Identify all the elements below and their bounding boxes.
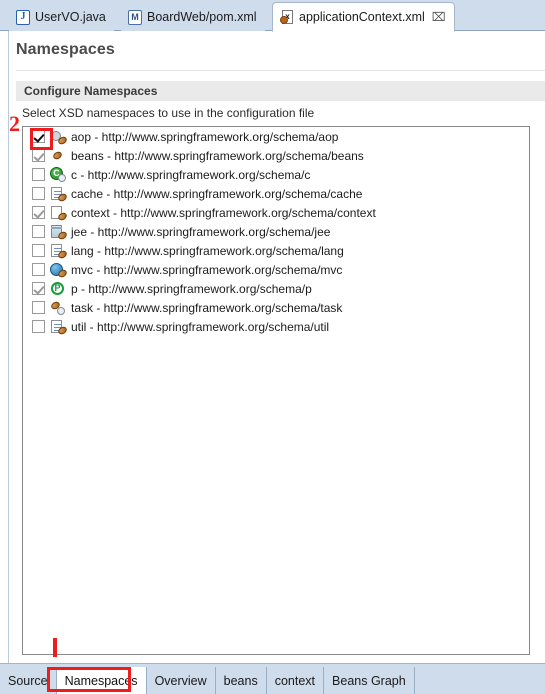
namespace-checkbox-aop[interactable] <box>32 130 45 143</box>
namespace-label: util - http://www.springframework.org/sc… <box>71 319 330 334</box>
namespace-label: context - http://www.springframework.org… <box>71 205 376 220</box>
editor-tab-label: UserVO.java <box>35 9 106 24</box>
namespace-label: p - http://www.springframework.org/schem… <box>71 281 312 296</box>
header-divider <box>16 70 545 71</box>
namespace-checkbox-c[interactable] <box>32 168 45 181</box>
namespace-row[interactable]: Cc - http://www.springframework.org/sche… <box>23 165 529 184</box>
editor-tab-label: applicationContext.xml <box>299 9 425 24</box>
namespace-label: mvc - http://www.springframework.org/sch… <box>71 262 343 277</box>
aop-schema-icon <box>50 129 69 146</box>
namespace-row[interactable]: cache - http://www.springframework.org/s… <box>23 184 529 203</box>
section-header-configure-namespaces: Configure Namespaces <box>16 81 545 101</box>
form-header: Namespaces <box>9 31 545 69</box>
context-schema-icon <box>50 205 69 222</box>
page-tab-label: context <box>274 673 316 688</box>
editor-tab-applicationcontext-xml[interactable]: x applicationContext.xml ⌧ <box>272 2 455 32</box>
page-tab-namespaces[interactable]: Namespaces <box>56 667 147 694</box>
util-schema-icon <box>50 319 69 336</box>
namespace-checkbox-lang[interactable] <box>32 244 45 257</box>
editor-tab-uservo-java[interactable]: J UserVO.java <box>9 3 114 31</box>
page-tab-bar: Source Namespaces Overview beans context Bean… <box>0 663 545 694</box>
namespace-checkbox-mvc[interactable] <box>32 263 45 276</box>
spring-config-editor-window: J UserVO.java M BoardWeb/pom.xml x appli… <box>0 0 545 694</box>
page-title: Namespaces <box>16 41 115 58</box>
java-file-icon: J <box>16 9 30 25</box>
page-tab-label: Namespaces <box>64 673 138 688</box>
beans-schema-icon <box>50 148 67 164</box>
editor-tab-strip: J UserVO.java M BoardWeb/pom.xml x appli… <box>0 0 545 32</box>
namespace-row[interactable]: Pp - http://www.springframework.org/sche… <box>23 279 529 298</box>
namespace-label: task - http://www.springframework.org/sc… <box>71 300 343 315</box>
namespace-row[interactable]: context - http://www.springframework.org… <box>23 203 529 222</box>
editor-tab-boardweb-pom-xml[interactable]: M BoardWeb/pom.xml <box>121 3 265 31</box>
page-tab-source[interactable]: Source <box>0 667 57 694</box>
page-tab-beans[interactable]: beans <box>216 667 267 694</box>
mvc-schema-icon <box>50 262 69 279</box>
namespace-checkbox-util[interactable] <box>32 320 45 333</box>
section-description: Select XSD namespaces to use in the conf… <box>22 106 315 120</box>
namespace-checkbox-task[interactable] <box>32 301 45 314</box>
namespace-row[interactable]: task - http://www.springframework.org/sc… <box>23 298 529 317</box>
page-tab-filler <box>415 667 545 694</box>
namespace-label: lang - http://www.springframework.org/sc… <box>71 243 344 258</box>
namespace-checkbox-jee[interactable] <box>32 225 45 238</box>
page-tab-context[interactable]: context <box>267 667 325 694</box>
cache-schema-icon <box>50 186 69 203</box>
jee-schema-icon <box>50 224 69 241</box>
namespace-label: beans - http://www.springframework.org/s… <box>71 148 364 163</box>
namespace-label: cache - http://www.springframework.org/s… <box>71 186 363 201</box>
close-icon[interactable]: ⌧ <box>432 11 446 23</box>
namespace-row[interactable]: lang - http://www.springframework.org/sc… <box>23 241 529 260</box>
page-tab-beans-graph[interactable]: Beans Graph <box>324 667 415 694</box>
namespace-checkbox-cache[interactable] <box>32 187 45 200</box>
namespace-row[interactable]: aop - http://www.springframework.org/sch… <box>23 127 529 146</box>
maven-pom-icon: M <box>128 9 142 25</box>
namespace-label: aop - http://www.springframework.org/sch… <box>71 129 339 144</box>
editor-tab-label: BoardWeb/pom.xml <box>147 9 257 24</box>
page-tab-label: Beans Graph <box>332 673 406 688</box>
page-tab-label: beans <box>223 673 258 688</box>
spring-xml-icon: x <box>278 9 294 26</box>
namespace-list[interactable]: aop - http://www.springframework.org/sch… <box>22 126 530 655</box>
namespace-row[interactable]: beans - http://www.springframework.org/s… <box>23 146 529 165</box>
namespace-label: jee - http://www.springframework.org/sch… <box>71 224 331 239</box>
namespace-checkbox-beans[interactable] <box>32 149 45 162</box>
lang-schema-icon <box>50 243 69 260</box>
namespace-label: c - http://www.springframework.org/schem… <box>71 167 311 182</box>
page-tab-label: Source <box>8 673 48 688</box>
task-schema-icon <box>49 299 67 316</box>
section-title: Configure Namespaces <box>24 84 158 98</box>
page-tab-label: Overview <box>154 673 207 688</box>
namespace-row[interactable]: mvc - http://www.springframework.org/sch… <box>23 260 529 279</box>
annotation-step-2-label: 2 <box>9 111 20 136</box>
namespace-checkbox-p[interactable] <box>32 282 45 295</box>
namespace-checkbox-context[interactable] <box>32 206 45 219</box>
p-namespace-icon: P <box>50 281 67 297</box>
c-namespace-icon: C <box>50 166 67 183</box>
page-tab-overview[interactable]: Overview <box>147 667 216 694</box>
namespace-row[interactable]: jee - http://www.springframework.org/sch… <box>23 222 529 241</box>
namespace-row[interactable]: util - http://www.springframework.org/sc… <box>23 317 529 336</box>
editor-left-gutter <box>0 31 9 663</box>
